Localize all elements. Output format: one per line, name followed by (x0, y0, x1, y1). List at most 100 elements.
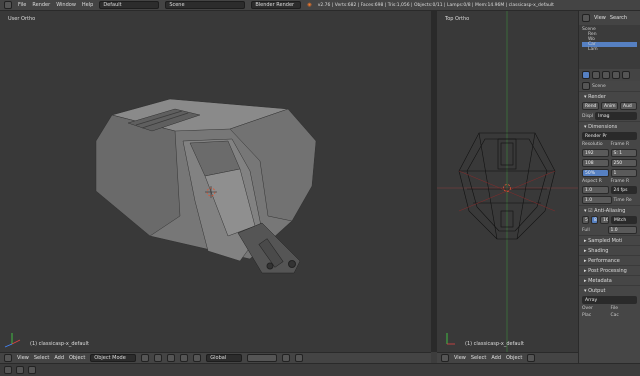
dimensions-section-header[interactable]: ▾ Dimensions (579, 121, 640, 131)
render-engine-select[interactable]: Blender Render (251, 1, 302, 9)
scene-icon (582, 82, 590, 90)
performance-section-header[interactable]: ▸ Performance (579, 255, 640, 265)
output-path-field[interactable]: Array (582, 296, 637, 304)
time-remap-label: Time Re (613, 197, 632, 203)
outliner-header: View Search (579, 11, 640, 25)
render-preset-select[interactable]: Render Pr (582, 132, 637, 140)
resolution-x-field[interactable]: 192 (582, 149, 609, 157)
frame-rate-label: Frame R (610, 179, 630, 184)
audio-button[interactable]: Aud (620, 102, 637, 110)
display-row: Displ Imag (579, 111, 640, 121)
menu-window[interactable]: Window (56, 2, 76, 8)
render-section-header[interactable]: ▾ Render (579, 91, 640, 101)
menu-render[interactable]: Render (32, 2, 50, 8)
viewport-left[interactable]: User Ortho (1) classicasp-x_default (0, 11, 431, 352)
cache-result-checkbox[interactable]: Cac (611, 313, 638, 318)
motion-blur-section-header[interactable]: ▸ Sampled Moti (579, 235, 640, 245)
layers-tab-icon[interactable] (592, 71, 600, 79)
outliner-tree: Scene Ren Wo Car Lam (579, 25, 640, 69)
outliner-tab-search[interactable]: Search (610, 15, 627, 21)
ship-model-wireframe[interactable] (437, 11, 578, 352)
render-buttons: Rend Anim Aud (579, 101, 640, 111)
viewport-right-header: View Select Add Object (437, 352, 578, 363)
world-tab-icon[interactable] (612, 71, 620, 79)
resolution-row-3: 50% 1 (579, 168, 640, 178)
shading-icon[interactable] (141, 354, 150, 362)
object-tab-icon[interactable] (622, 71, 630, 79)
timeline-strip (0, 363, 640, 376)
object-label: (1) classicasp-x_default (30, 341, 89, 347)
output-section-header[interactable]: ▾ Output (579, 285, 640, 295)
frame-start-field[interactable]: S: 1 (610, 149, 637, 157)
info-editor-icon[interactable] (4, 1, 12, 9)
timeline-editor-icon[interactable] (4, 366, 12, 374)
aspect-y-field[interactable]: 1.0 (582, 196, 612, 204)
playback-icon[interactable] (16, 366, 24, 374)
full-sample-row: Full 1.0 (579, 225, 640, 235)
display-select[interactable]: Imag (595, 112, 637, 120)
keyframe-icon[interactable] (28, 366, 36, 374)
anti-aliasing-section-header[interactable]: ▾ ☑ Anti-Aliasing (579, 205, 640, 215)
resolution-label: Resolutio (582, 142, 603, 147)
aa-samples-8[interactable]: 8 (591, 216, 598, 224)
render-tab-icon[interactable] (582, 71, 590, 79)
properties-panel: View Search Scene Ren Wo Car Lam Scene ▾… (578, 11, 640, 363)
editor-type-icon[interactable] (441, 354, 449, 362)
menu-object[interactable]: Object (69, 355, 85, 361)
viewport-right[interactable]: Top Ortho (1) classicasp-x_default (437, 11, 578, 352)
metadata-section-header[interactable]: ▸ Metadata (579, 275, 640, 285)
render-button[interactable]: Rend (582, 102, 599, 110)
menu-help[interactable]: Help (82, 2, 93, 8)
resolution-percent-field[interactable]: 50% (582, 169, 609, 177)
menu-add[interactable]: Add (491, 355, 501, 361)
animation-button[interactable]: Anim (601, 102, 618, 110)
blender-logo-icon: ◉ (307, 2, 312, 8)
post-processing-section-header[interactable]: ▸ Post Processing (579, 265, 640, 275)
editor-type-icon[interactable] (4, 354, 12, 362)
filter-size-field[interactable]: 1.0 (607, 226, 637, 234)
menu-view[interactable]: View (454, 355, 466, 361)
aspect-x-field[interactable]: 1.0 (582, 186, 609, 194)
fps-select[interactable]: 24 fps (610, 186, 637, 194)
full-sample-checkbox[interactable]: Full (582, 228, 606, 233)
resolution-labels: Resolutio Frame R (579, 141, 640, 148)
translate-icon[interactable] (180, 354, 189, 362)
outliner-tab-view[interactable]: View (594, 15, 606, 21)
menu-file[interactable]: File (18, 2, 26, 8)
frame-end-field[interactable]: 250 (610, 159, 637, 167)
aa-samples-16[interactable]: 16 (600, 216, 609, 224)
file-extensions-checkbox[interactable]: File (611, 306, 638, 311)
frame-step-field[interactable]: 1 (610, 169, 637, 177)
aspect-row-2: 1.0 Time Re (579, 195, 640, 205)
ship-model-perspective[interactable] (0, 11, 431, 352)
snap-icon[interactable] (282, 354, 291, 362)
menu-view[interactable]: View (17, 355, 29, 361)
scene-breadcrumb: Scene (579, 81, 640, 91)
outliner-item[interactable]: Lam (582, 47, 637, 52)
resolution-y-field[interactable]: 108 (582, 159, 609, 167)
top-menu-bar: File Render Window Help Default Scene Bl… (0, 0, 640, 11)
mode-select[interactable]: Object Mode (90, 354, 137, 362)
menu-object[interactable]: Object (506, 355, 522, 361)
render-preview-icon[interactable] (295, 354, 304, 362)
mode-icon[interactable] (527, 354, 536, 362)
aa-filter-select[interactable]: Mitch (611, 216, 637, 224)
manipulator-icon[interactable] (167, 354, 176, 362)
aa-samples-5[interactable]: 5 (582, 216, 589, 224)
layers-icon[interactable] (247, 354, 278, 362)
menu-add[interactable]: Add (54, 355, 64, 361)
output-options-row-2: Plac Cac (579, 312, 640, 319)
orientation-select[interactable]: Global (206, 354, 243, 362)
overwrite-checkbox[interactable]: Over (582, 306, 609, 311)
layout-select[interactable]: Default (99, 1, 160, 9)
outliner-icon[interactable] (582, 14, 590, 22)
shading-section-header[interactable]: ▸ Shading (579, 245, 640, 255)
aspect-label: Aspect R (582, 179, 602, 184)
scene-select[interactable]: Scene (165, 1, 246, 9)
scene-tab-icon[interactable] (602, 71, 610, 79)
rotate-icon[interactable] (193, 354, 202, 362)
menu-select[interactable]: Select (471, 355, 486, 361)
menu-select[interactable]: Select (34, 355, 49, 361)
placeholders-checkbox[interactable]: Plac (582, 313, 609, 318)
pivot-icon[interactable] (154, 354, 163, 362)
